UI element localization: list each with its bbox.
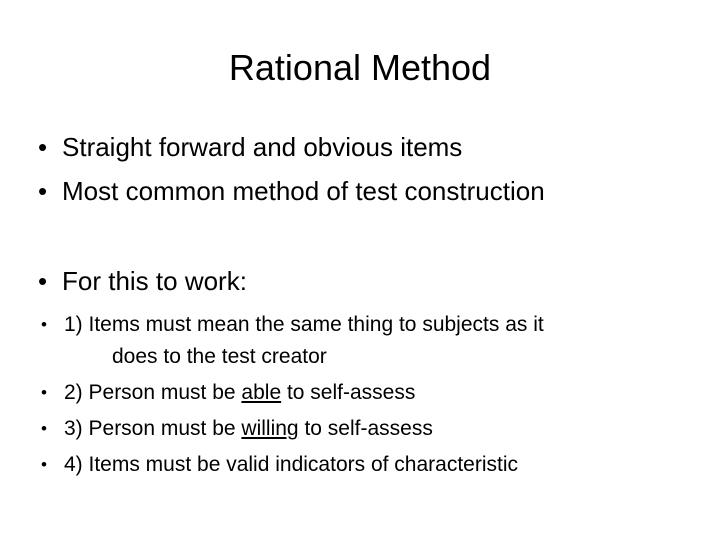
condition-label: 1) Items must mean the same thing to sub…	[64, 309, 720, 373]
bullet-icon: •	[38, 266, 48, 296]
bullet-label: For this to work:	[62, 266, 247, 296]
bullet-icon: •	[38, 132, 48, 162]
condition-label-suffix: to self-assess	[281, 381, 416, 404]
slide-body: • Straight forward and obvious items • M…	[0, 128, 720, 485]
condition-label-prefix: 3) Person must be	[64, 417, 242, 440]
presentation-slide: Rational Method • Straight forward and o…	[0, 0, 720, 540]
condition-item-3: • 3) Person must be willing to self-asse…	[0, 413, 720, 445]
condition-item-2: • 2) Person must be able to self-assess	[0, 377, 720, 409]
bullet-icon: •	[41, 315, 47, 334]
bullet-icon: •	[38, 176, 48, 206]
bullet-item-most-common-method: • Most common method of test constructio…	[0, 172, 720, 210]
condition-label: 2) Person must be able to self-assess	[64, 377, 720, 409]
condition-label-prefix: 2) Person must be	[64, 381, 242, 404]
condition-label-suffix: to self-assess	[298, 417, 433, 440]
condition-label-emphasis: able	[241, 381, 282, 404]
condition-list: • 1) Items must mean the same thing to s…	[0, 309, 720, 481]
condition-label: 4) Items must be valid indicators of cha…	[64, 453, 519, 476]
condition-item-4: • 4) Items must be valid indicators of c…	[0, 449, 720, 481]
bullet-icon: •	[41, 383, 47, 402]
bullet-item-straight-forward: • Straight forward and obvious items	[0, 128, 720, 166]
condition-label-emphasis: willing	[241, 417, 299, 440]
bullet-icon: •	[41, 419, 47, 438]
bullet-icon: •	[41, 455, 47, 474]
condition-label-line-1: 1) Items must mean the same thing to sub…	[64, 313, 544, 336]
condition-item-1: • 1) Items must mean the same thing to s…	[0, 309, 720, 373]
bullet-label: Most common method of test construction	[62, 176, 545, 206]
bullet-item-for-this-to-work: • For this to work:	[0, 262, 720, 300]
slide-title: Rational Method	[228, 47, 492, 88]
condition-label: 3) Person must be willing to self-assess	[64, 413, 720, 445]
condition-label-line-2: does to the test creator	[112, 345, 327, 368]
bullet-label: Straight forward and obvious items	[62, 132, 463, 162]
